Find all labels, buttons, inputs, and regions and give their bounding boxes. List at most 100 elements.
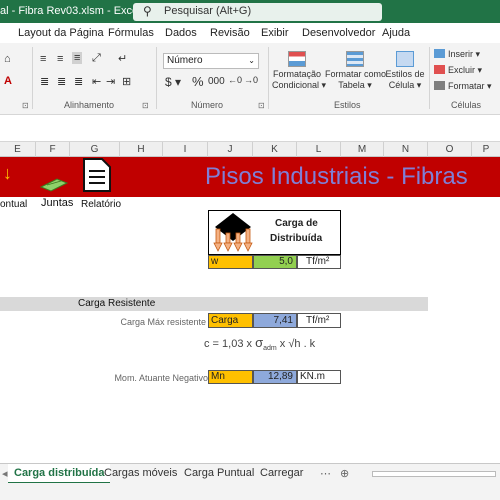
increase-indent-icon[interactable]: ⇥ [106, 75, 115, 88]
thousands-separator-icon[interactable]: 000 [208, 76, 225, 87]
horizontal-scrollbar[interactable] [372, 471, 496, 477]
column-header[interactable]: H [120, 142, 163, 157]
tab-view[interactable]: Exibir [261, 27, 289, 39]
section-title: Carga Resistente [78, 298, 156, 309]
mn-label-cell[interactable]: Mn [208, 370, 253, 384]
conditional-formatting-button[interactable]: Formatação Condicional ▾ [272, 51, 326, 91]
load-box: Carga de Distribuída [208, 210, 341, 255]
tab-page-layout[interactable]: Layout da Página [18, 27, 104, 39]
align-right-icon[interactable]: ≣ [74, 75, 83, 88]
joints-label[interactable]: Juntas [41, 197, 73, 209]
decrease-decimal-icon[interactable]: →0 [244, 75, 258, 85]
tab-review[interactable]: Revisão [210, 27, 250, 39]
banner-title: Pisos Industriais - Fibras [205, 163, 468, 190]
cell-styles-label-1: Estilos de [385, 69, 425, 79]
sheet-tab-cargas-moveis[interactable]: Cargas móveis [104, 467, 177, 479]
column-header[interactable]: F [36, 142, 70, 157]
number-format-value: Número [167, 55, 203, 66]
cells-group-label: Células [451, 100, 482, 110]
mn-value-cell[interactable]: 12,89 [253, 370, 297, 384]
tab-formulas[interactable]: Fórmulas [108, 27, 154, 39]
increase-decimal-icon[interactable]: ←0 [228, 75, 242, 85]
column-header[interactable]: M [341, 142, 384, 157]
column-header[interactable]: J [208, 142, 253, 157]
fill-color-icon[interactable]: ⌂ [4, 53, 11, 65]
number-format-select[interactable]: Número ⌄ [163, 53, 259, 69]
ribbon: ⌂ A ⊡ ≡ ≡ ≡ ⤢ ↵ ≣ ≣ ≣ ⇤ ⇥ ⊞ Alinhamento … [0, 43, 500, 115]
formula-adm: adm [263, 345, 277, 353]
more-sheets-icon[interactable]: ⋯ [320, 467, 331, 480]
delete-icon [434, 65, 445, 74]
search-placeholder: Pesquisar (Alt+G) [164, 5, 252, 17]
sheet-tab-carregar[interactable]: Carregar [260, 467, 303, 479]
column-header[interactable]: I [163, 142, 208, 157]
merge-center-icon[interactable]: ⊞ [122, 75, 131, 88]
negative-moment-label: Mom. Atuante Negativo [114, 373, 208, 383]
number-group-label: Número [191, 100, 224, 110]
column-header[interactable]: N [384, 142, 428, 157]
point-load-label[interactable]: ontual [0, 199, 27, 210]
column-header[interactable]: G [70, 142, 120, 157]
tab-help[interactable]: Ajuda [382, 27, 410, 39]
tab-developer[interactable]: Desenvolvedor [302, 27, 375, 39]
separator [156, 47, 157, 109]
wrap-text-icon[interactable]: ↵ [118, 52, 127, 65]
format-as-table-label-2: Tabela ▾ [338, 80, 372, 90]
font-color-icon[interactable]: A [4, 75, 12, 87]
add-sheet-icon[interactable]: ⊕ [340, 467, 349, 480]
styles-group-label: Estilos [334, 100, 361, 110]
tab-data[interactable]: Dados [165, 27, 197, 39]
format-button[interactable]: Formatar ▾ [434, 81, 492, 92]
column-header[interactable]: L [297, 142, 341, 157]
number-launcher-icon[interactable]: ⊡ [258, 101, 265, 110]
font-launcher-icon[interactable]: ⊡ [22, 101, 29, 110]
percent-icon[interactable]: % [192, 74, 204, 89]
align-top-icon[interactable]: ≡ [40, 53, 46, 65]
w-unit-cell[interactable]: Tf/m² [297, 255, 341, 269]
carga-label-cell[interactable]: Carga [208, 313, 253, 328]
column-header[interactable]: E [0, 142, 36, 157]
chevron-down-icon: ⌄ [248, 56, 255, 65]
column-header[interactable]: O [428, 142, 472, 157]
alignment-group-label: Alinhamento [64, 100, 115, 110]
delete-label: Excluir ▾ [448, 65, 483, 75]
sheet-tabs-bar: ◂ Carga distribuída Cargas móveis Carga … [0, 463, 500, 484]
carga-value-cell[interactable]: 7,41 [253, 313, 297, 328]
cell-styles-button[interactable]: Estilos de Célula ▾ [385, 51, 425, 91]
orientation-icon[interactable]: ⤢ [92, 52, 101, 65]
sheet-tab-carga-distribuida[interactable]: Carga distribuída [8, 464, 111, 484]
align-bottom-icon[interactable]: ≡ [72, 52, 83, 64]
column-header[interactable]: P [472, 142, 500, 157]
sheet-tab-carga-puntual[interactable]: Carga Puntual [184, 467, 254, 479]
currency-icon[interactable]: $ ▾ [165, 75, 181, 89]
separator [32, 47, 33, 109]
alignment-launcher-icon[interactable]: ⊡ [142, 101, 149, 110]
format-as-table-button[interactable]: Formatar como Tabela ▾ [325, 51, 386, 91]
align-left-icon[interactable]: ≣ [40, 75, 49, 88]
w-value-cell[interactable]: 5,0 [253, 255, 297, 269]
separator [429, 47, 430, 109]
column-header[interactable]: K [253, 142, 297, 157]
status-bar [0, 483, 500, 500]
sheet-grid[interactable]: ↓ Pisos Industriais - Fibras ontual Junt… [0, 157, 500, 463]
max-resistant-label: Carga Máx resistente [120, 317, 206, 327]
point-load-icon[interactable]: ↓ [3, 163, 12, 184]
scroll-tabs-left-icon[interactable]: ◂ [2, 467, 8, 480]
title-bar: al - Fibra Rev03.xlsm - Excel ⚲ Pesquisa… [0, 0, 500, 23]
insert-button[interactable]: Inserir ▾ [434, 49, 480, 60]
mn-unit-cell[interactable]: KN.m [297, 370, 341, 384]
conditional-formatting-label-2: Condicional ▾ [272, 80, 327, 90]
w-label-cell[interactable]: w [208, 255, 253, 269]
formula-bar[interactable] [0, 115, 500, 142]
report-label[interactable]: Relatório [81, 199, 121, 210]
align-middle-icon[interactable]: ≡ [57, 53, 63, 65]
decrease-indent-icon[interactable]: ⇤ [92, 75, 101, 88]
search-box[interactable]: ⚲ Pesquisar (Alt+G) [133, 3, 382, 21]
align-center-icon[interactable]: ≣ [57, 75, 66, 88]
distributed-load-icon [213, 213, 253, 252]
joints-icon[interactable] [39, 177, 69, 193]
report-icon[interactable] [82, 157, 112, 193]
delete-button[interactable]: Excluir ▾ [434, 65, 482, 76]
carga-unit-cell[interactable]: Tf/m² [297, 313, 341, 328]
cell-styles-label-2: Célula ▾ [388, 80, 422, 90]
